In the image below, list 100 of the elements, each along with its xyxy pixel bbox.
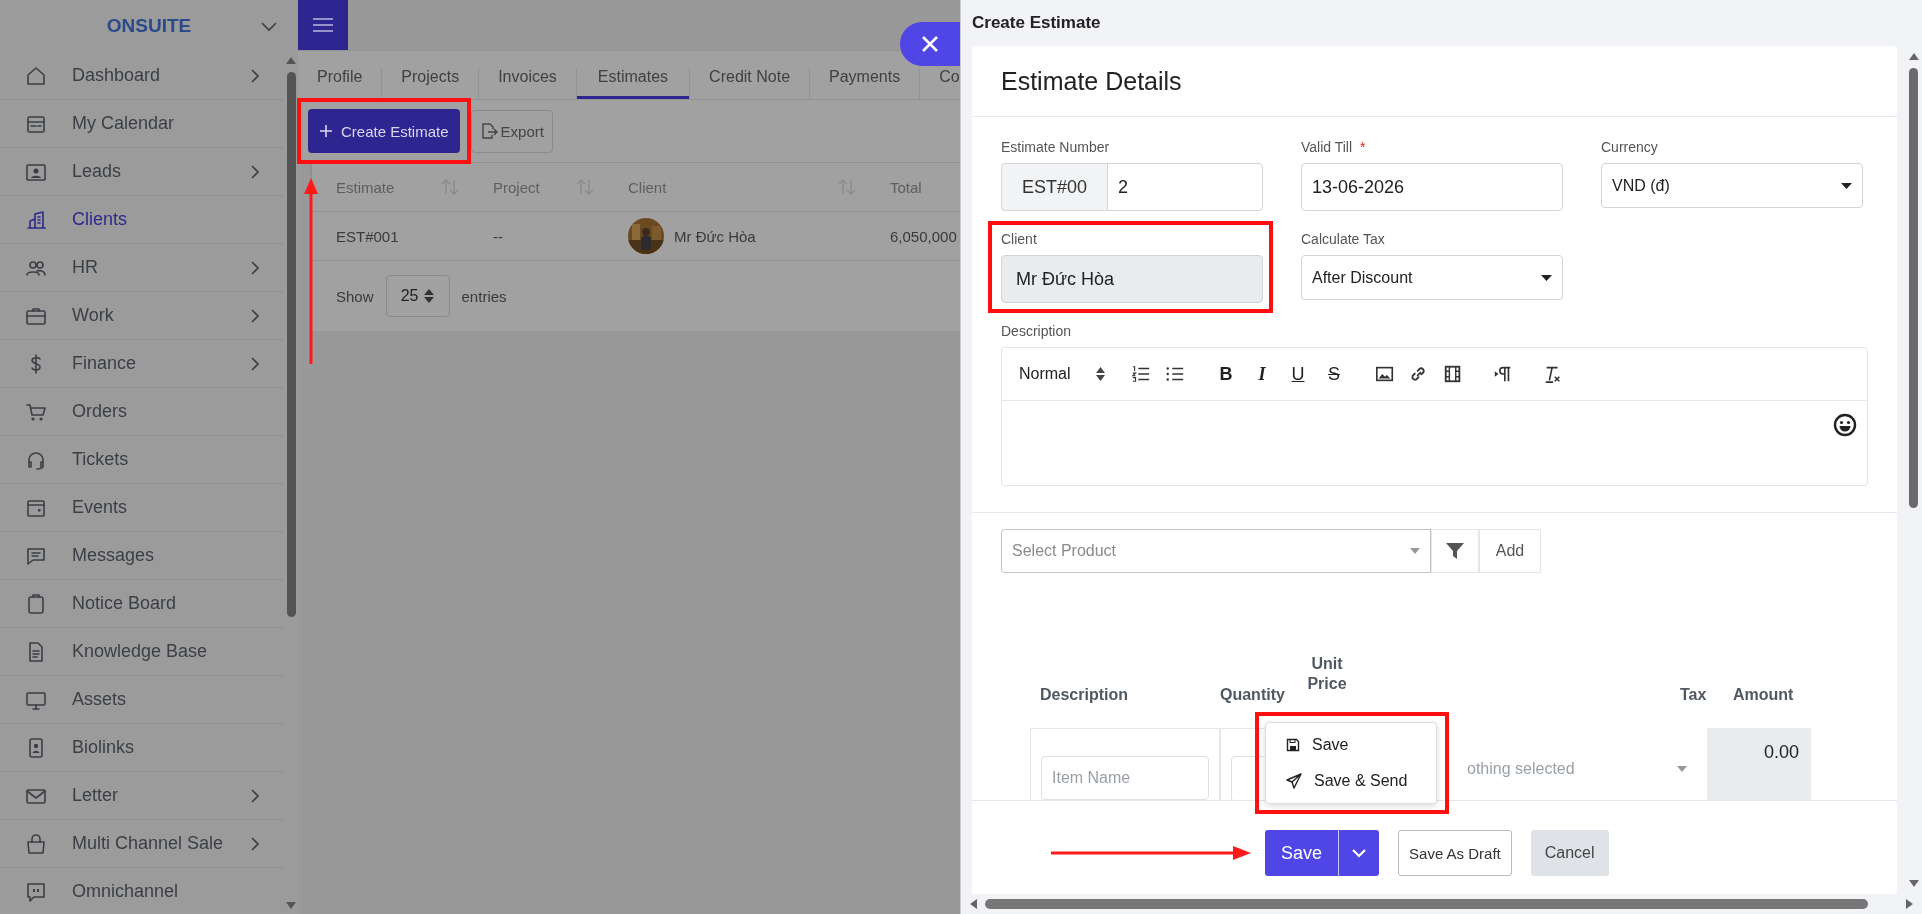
format-button[interactable]: I [1251, 363, 1273, 385]
currency-select[interactable]: VND (đ) [1601, 163, 1863, 208]
caret-down-icon [1541, 274, 1552, 281]
panel-title: Create Estimate [971, 12, 1102, 34]
create-estimate-button[interactable]: Create Estimate [308, 109, 460, 153]
sidebar-item[interactable]: Dashboard [0, 52, 284, 100]
sidebar-item[interactable]: Leads [0, 148, 284, 196]
cancel-button[interactable]: Cancel [1530, 830, 1609, 876]
prefix-label: EST#00 [1001, 163, 1107, 211]
product-select[interactable]: Select Product [1001, 529, 1431, 573]
format-button[interactable]: S [1323, 363, 1345, 385]
menu-button[interactable] [298, 0, 348, 50]
column-header[interactable]: Total [890, 178, 922, 196]
building-icon [25, 208, 47, 231]
sidebar-item[interactable]: Clients [0, 196, 284, 244]
tax-select[interactable]: After Discount [1301, 255, 1563, 300]
bag-icon [25, 832, 47, 855]
page-size-select[interactable]: 25 [385, 275, 450, 317]
table-cell-text: EST#001 [335, 226, 400, 247]
column-header: Amount [1733, 686, 1794, 704]
sort-caret-icon [1096, 367, 1105, 381]
field-label: Currency [1601, 139, 1658, 155]
save-as-draft-button[interactable]: Save As Draft [1398, 830, 1512, 876]
caret-down-icon [1841, 182, 1852, 189]
item-name-field[interactable]: Item Name [1041, 756, 1209, 800]
sidebar-item[interactable]: Finance [0, 340, 284, 388]
sidebar-item[interactable]: Orders [0, 388, 284, 436]
sidebar-item[interactable]: Multi Channel Sale [0, 820, 284, 868]
bullet-list-icon[interactable] [1165, 364, 1185, 384]
caret-down-icon [1410, 548, 1420, 554]
clear-format-icon[interactable] [1543, 364, 1563, 384]
add-button[interactable]: Add [1479, 529, 1541, 573]
sidebar-item[interactable]: HR [0, 244, 284, 292]
caret-down-icon [1677, 766, 1687, 772]
sidebar-item[interactable]: My Calendar [0, 100, 284, 148]
number-field[interactable]: 2 [1107, 163, 1263, 211]
sort-caret-icon [424, 289, 435, 303]
menu-item[interactable]: Save [1266, 727, 1436, 763]
column-header: Quantity [1220, 686, 1285, 704]
tab[interactable]: Estimates [576, 68, 691, 99]
tab[interactable]: Profile [298, 68, 383, 99]
field-label: Calculate Tax [1301, 231, 1385, 247]
tax-select[interactable]: othing selected [1467, 760, 1687, 778]
column-header: Tax [1680, 686, 1707, 704]
ordered-list-icon[interactable] [1131, 364, 1151, 384]
close-icon [921, 35, 939, 53]
format-button[interactable]: B [1215, 363, 1237, 385]
export-button[interactable]: Export [470, 109, 553, 153]
close-button[interactable] [900, 22, 960, 66]
tab[interactable]: Credit Note [690, 68, 811, 99]
tab[interactable]: Payments [810, 68, 921, 99]
menu-icon [312, 17, 334, 33]
sidebar-item[interactable]: Assets [0, 676, 284, 724]
chevron-down-icon[interactable] [260, 21, 278, 33]
sidebar-item[interactable]: Knowledge Base [0, 628, 284, 676]
field-label: Valid Till [1301, 139, 1353, 155]
clipboard-icon [25, 592, 47, 615]
sidebar-item[interactable]: Letter [0, 772, 284, 820]
format-button[interactable]: U [1287, 363, 1309, 385]
sidebar-item[interactable]: Work [0, 292, 284, 340]
menu-item[interactable]: Save & Send [1266, 763, 1436, 799]
sidebar-item[interactable]: Events [0, 484, 284, 532]
emoji-icon[interactable] [1833, 413, 1857, 437]
sidebar-item[interactable]: Messages [0, 532, 284, 580]
field-label: Description [1001, 323, 1072, 339]
client-name[interactable]: Mr Đức Hòa [674, 227, 756, 245]
column-header: Description [1040, 686, 1128, 704]
date-field[interactable]: 13-06-2026 [1301, 163, 1563, 211]
scroll-down-icon[interactable] [1908, 880, 1919, 888]
scroll-up-icon[interactable] [1908, 52, 1919, 60]
paper-plane-icon [1286, 773, 1302, 789]
sidebar-item[interactable]: Omnichannel [0, 868, 284, 914]
sidebar-item[interactable]: Notice Board [0, 580, 284, 628]
chevron-down-icon [1351, 848, 1368, 858]
image-icon[interactable] [1375, 364, 1395, 384]
scroll-left-icon[interactable] [969, 899, 977, 909]
column-header: Unit Price [1306, 654, 1348, 694]
card-title: Estimate Details [972, 46, 1897, 117]
show-label: Show [336, 287, 374, 305]
column-header[interactable]: Client [628, 178, 667, 196]
plus-icon [319, 124, 333, 138]
column-header[interactable]: Estimate [336, 178, 395, 196]
field-label: Estimate Number [1001, 139, 1110, 155]
paragraph-icon[interactable] [1493, 364, 1513, 384]
scroll-up-icon[interactable] [286, 56, 296, 64]
table-cell-text: -- [492, 226, 504, 247]
speech-bubble-icon [25, 880, 47, 903]
sidebar-item[interactable]: Tickets [0, 436, 284, 484]
scroll-right-icon[interactable] [1906, 899, 1914, 909]
required-mark: * [1360, 139, 1366, 155]
film-icon[interactable] [1443, 364, 1463, 384]
scroll-down-icon[interactable] [286, 902, 296, 910]
sidebar-item[interactable]: Biolinks [0, 724, 284, 772]
tab[interactable]: Invoices [479, 68, 577, 99]
filter-button[interactable] [1431, 529, 1479, 573]
tab[interactable]: Projects [382, 68, 480, 99]
column-header[interactable]: Project [493, 178, 540, 196]
heading-select[interactable]: Normal [1019, 365, 1105, 383]
entries-label: entries [461, 287, 507, 305]
file-export-icon [479, 122, 498, 140]
